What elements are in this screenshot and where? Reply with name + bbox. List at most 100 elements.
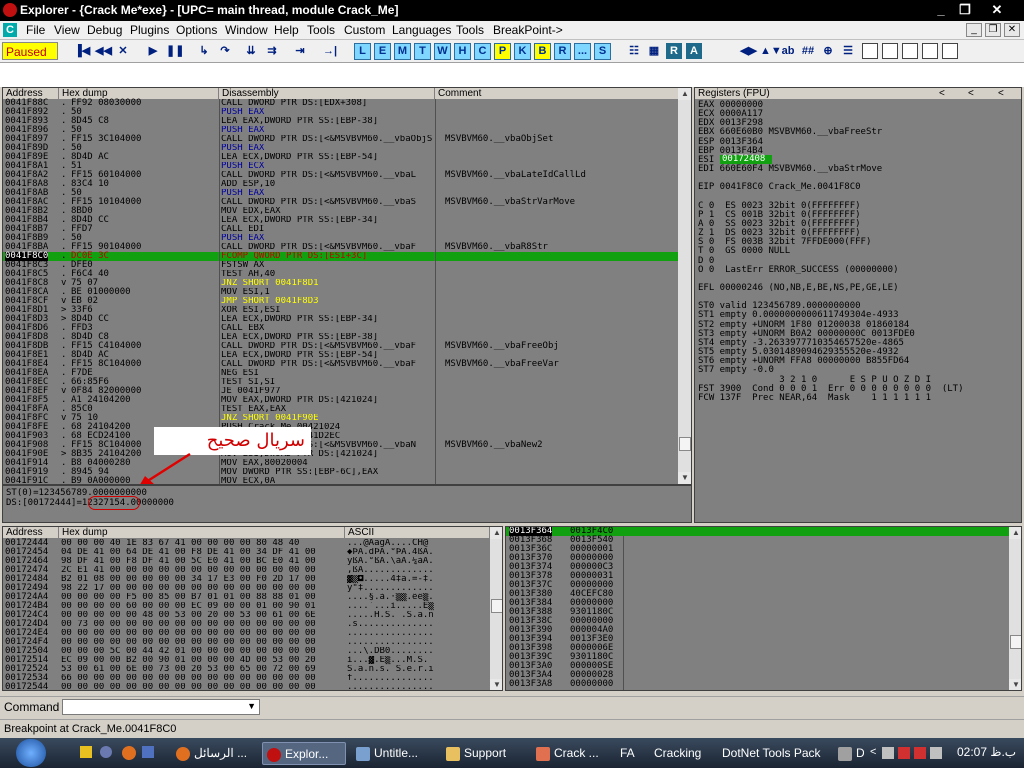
stack-row[interactable]: 0013F3A8 00000000 <box>506 680 1009 689</box>
cpu-disassembly[interactable]: CALL DWORD PTR DS:[<&MSVBVM60.__vbaL <box>221 171 433 180</box>
register-lines[interactable]: EAX 00000000 ECX 0000A117 EDX 0013F298 EBX … <box>698 101 1020 521</box>
crosshair-icon[interactable]: ⊕ <box>820 43 836 59</box>
cpu-disassembly[interactable]: NEG ESI <box>221 369 433 378</box>
cpu-row[interactable]: 0041F8B7. FFD7 CALL EDI <box>3 225 679 234</box>
cpu-disassembly[interactable]: TEST AH,40 <box>221 270 433 279</box>
cpu-comment[interactable]: MSVBVM60.__vbaLateIdCallLd <box>445 171 586 180</box>
list-icon[interactable]: ☰ <box>840 43 856 59</box>
dump-ascii[interactable]: ÿ"‡............. <box>347 584 489 593</box>
dump-ascii[interactable]: ....§.à.·▒▒.êê▒. <box>347 593 489 602</box>
cpu-disassembly[interactable]: LEA ECX,DWORD PTR SS:[EBP-34] <box>221 216 433 225</box>
cpu-disassembly[interactable]: PUSH EAX <box>221 126 433 135</box>
cpu-info-pane[interactable]: ST(0)=123456789.0000000000 DS:[00172444]… <box>2 485 692 523</box>
scroll-up-icon[interactable]: ▲ <box>490 527 502 539</box>
dump-ascii[interactable]: ◆ÞA.dÞA.°ÞA.4ßA. <box>347 548 489 557</box>
cpu-disassembly[interactable]: CALL DWORD PTR DS:[<&MSVBVM60.__vbaF <box>221 360 433 369</box>
register-line[interactable]: EFL 00000246 (NO,NB,E,BE,NS,PE,GE,LE) <box>698 284 898 293</box>
menu-tools[interactable]: Tools <box>307 23 335 37</box>
cpu-disassembly[interactable]: ADD ESP,10 <box>221 180 433 189</box>
arrows-vertical-icon[interactable]: ▲▼ <box>760 43 782 59</box>
cpu-comment[interactable]: MSVBVM60.__vbaFreeVar <box>445 360 559 369</box>
register-line[interactable]: ST7 empty -0.0 <box>698 366 774 375</box>
stack-scrollbar[interactable]: ▲ ▼ <box>1009 527 1021 690</box>
dump-hex[interactable]: 98 DF 41 00 F8 DF 41 00 5C E0 41 00 BC E… <box>61 557 343 566</box>
col-disassembly-header[interactable]: Disassembly <box>219 88 435 99</box>
scroll-up-icon[interactable]: ▲ <box>678 88 691 100</box>
dump-row[interactable]: 001724B4 00 00 00 00 60 00 00 00 EC 09 00… <box>3 602 490 611</box>
tray-chevron-icon[interactable]: < <box>870 746 876 758</box>
breakpoints-button[interactable]: B <box>534 43 551 60</box>
call-stack-button[interactable]: K <box>514 43 531 60</box>
dump-ascii[interactable]: ÿßA.°ßA.\àA.¼àA. <box>347 557 489 566</box>
mdi-minimize-button[interactable]: _ <box>966 23 982 37</box>
hex-icon[interactable]: ## <box>800 43 816 59</box>
memory-map-button[interactable]: M <box>394 43 411 60</box>
cpu-disassembly[interactable]: PUSH EAX <box>221 144 433 153</box>
cpu-disassembly[interactable]: JNZ SHORT 0041F8D1 <box>221 279 433 288</box>
warning-icon[interactable] <box>80 746 92 758</box>
scroll-up-icon[interactable]: ▲ <box>1009 527 1021 539</box>
trace-into-icon[interactable]: ⇊ <box>243 43 259 59</box>
cpu-disassembly[interactable]: JMP SHORT 0041F8D3 <box>221 297 433 306</box>
cpu-row[interactable]: 0041F8CA. BE 01000000 MOV ESI,1 <box>3 288 679 297</box>
menu-help[interactable]: Help <box>274 23 299 37</box>
dump-row[interactable]: 00172494 98 22 17 00 00 00 00 00 00 00 00… <box>3 584 490 593</box>
register-line[interactable]: FCW 137F Prec NEAR,64 Mask 1 1 1 1 1 1 <box>698 393 931 403</box>
trace-over-icon[interactable]: ⇉ <box>264 43 280 59</box>
dump-ascii[interactable]: ................ <box>347 629 489 638</box>
grid-icon[interactable]: ☷ <box>626 43 642 59</box>
source-button[interactable]: S <box>594 43 611 60</box>
scroll-down-icon[interactable]: ▼ <box>490 679 502 690</box>
dump-hex[interactable]: 00 00 00 00 00 00 00 00 00 00 00 00 00 0… <box>61 638 343 647</box>
dump-row[interactable]: 00172514 EC 09 00 00 B2 00 90 01 00 00 00… <box>3 656 490 665</box>
dump-ascii[interactable]: ....`...ì.....É▒ <box>347 602 489 611</box>
register-line[interactable]: O 0 LastErr ERROR_SUCCESS (00000000) <box>698 265 898 275</box>
cpu-row[interactable]: 0041F91C. B9 0A000000 MOV ECX,0A <box>3 477 679 485</box>
cpu-disassembly[interactable]: CALL EDI <box>221 225 433 234</box>
cpu-disassembly[interactable]: LEA EAX,DWORD PTR SS:[EBP-38] <box>221 117 433 126</box>
cpu-disassembly[interactable]: CALL DWORD PTR DS:[EDX+308] <box>221 99 433 108</box>
patches-button[interactable]: P <box>494 43 511 60</box>
a-tool-icon[interactable]: A <box>686 43 702 59</box>
cpu-row[interactable]: 0041F8FA. 85C0 TEST EAX,EAX <box>3 405 679 414</box>
cpu-comment[interactable]: MSVBVM60.__vbaObjSet <box>445 135 553 144</box>
cpu-address[interactable]: 0041F91C <box>5 477 48 485</box>
task-d[interactable]: D <box>834 742 864 765</box>
windows-button[interactable]: W <box>434 43 451 60</box>
dump-hex[interactable]: 00 00 00 5C 00 44 42 01 00 00 00 00 00 0… <box>61 647 343 656</box>
cpu-comment[interactable]: MSVBVM60.__vbaFreeObj <box>445 342 559 351</box>
chevron-down-icon[interactable]: ▼ <box>247 701 256 711</box>
registers-nav-left-icon[interactable]: < <box>998 88 1004 99</box>
dump-ascii[interactable]: ...\.DB0........ <box>347 647 489 656</box>
clock[interactable]: 02:07 ب.ظ <box>957 745 1016 759</box>
task-dotnet-tools[interactable]: DotNet Tools Pack <box>722 742 832 765</box>
menu-plugins[interactable]: Plugins <box>130 23 169 37</box>
cpu-row[interactable]: 0041F897. FF15 3C104000 CALL DWORD PTR DS:… <box>3 135 679 144</box>
dump-ascii[interactable]: f............... <box>347 674 489 683</box>
command-input[interactable]: ▼ <box>62 699 260 715</box>
run-trace-button[interactable]: ... <box>574 43 591 60</box>
dump-hex[interactable]: 00 00 00 00 00 00 00 00 00 00 00 00 00 0… <box>61 629 343 638</box>
cpu-comment[interactable]: MSVBVM60.__vbaNew2 <box>445 441 543 450</box>
goto-icon[interactable]: →| <box>322 43 338 59</box>
ab-icon[interactable]: ab <box>780 43 796 59</box>
menu-breakpoint[interactable]: BreakPoint-> <box>493 23 563 37</box>
start-button[interactable] <box>16 739 46 767</box>
cpu-disassembly[interactable]: PUSH EAX <box>221 108 433 117</box>
cpu-row[interactable]: 0041F8CF v EB 02 JMP SHORT 0041F8D3 <box>3 297 679 306</box>
stack-address[interactable]: 0013F3A8 <box>509 680 552 689</box>
task-support[interactable]: Support <box>442 742 526 765</box>
dump-row[interactable]: 00172484 B2 01 08 00 00 00 00 00 34 17 E3… <box>3 575 490 584</box>
dump-row[interactable]: 001724F4 00 00 00 00 00 00 00 00 00 00 00… <box>3 638 490 647</box>
cpu-comment[interactable]: MSVBVM60.__vbaStrVarMove <box>445 198 575 207</box>
scroll-down-icon[interactable]: ▼ <box>678 472 691 484</box>
dump-row[interactable]: 00172454 04 DE 41 00 64 DE 41 00 F8 DE 41… <box>3 548 490 557</box>
dump-hex[interactable]: 98 22 17 00 00 00 00 00 00 00 00 00 00 0… <box>61 584 343 593</box>
cpu-row[interactable]: 0041F8C5. F6C4 40 TEST AH,40 <box>3 270 679 279</box>
dump-hex[interactable]: 00 00 00 00 F5 00 85 00 B7 01 01 00 88 8… <box>61 593 343 602</box>
dump-hex[interactable]: 53 00 61 00 6E 00 73 00 20 53 00 65 00 7… <box>61 665 343 674</box>
dump-row[interactable]: 00172544 00 00 00 00 00 00 00 00 00 00 00… <box>3 683 490 691</box>
dump-row[interactable]: 00172464 98 DF 41 00 F8 DF 41 00 5C E0 41… <box>3 557 490 566</box>
window-layout-3-icon[interactable] <box>902 43 918 59</box>
menu-options[interactable]: Options <box>176 23 217 37</box>
